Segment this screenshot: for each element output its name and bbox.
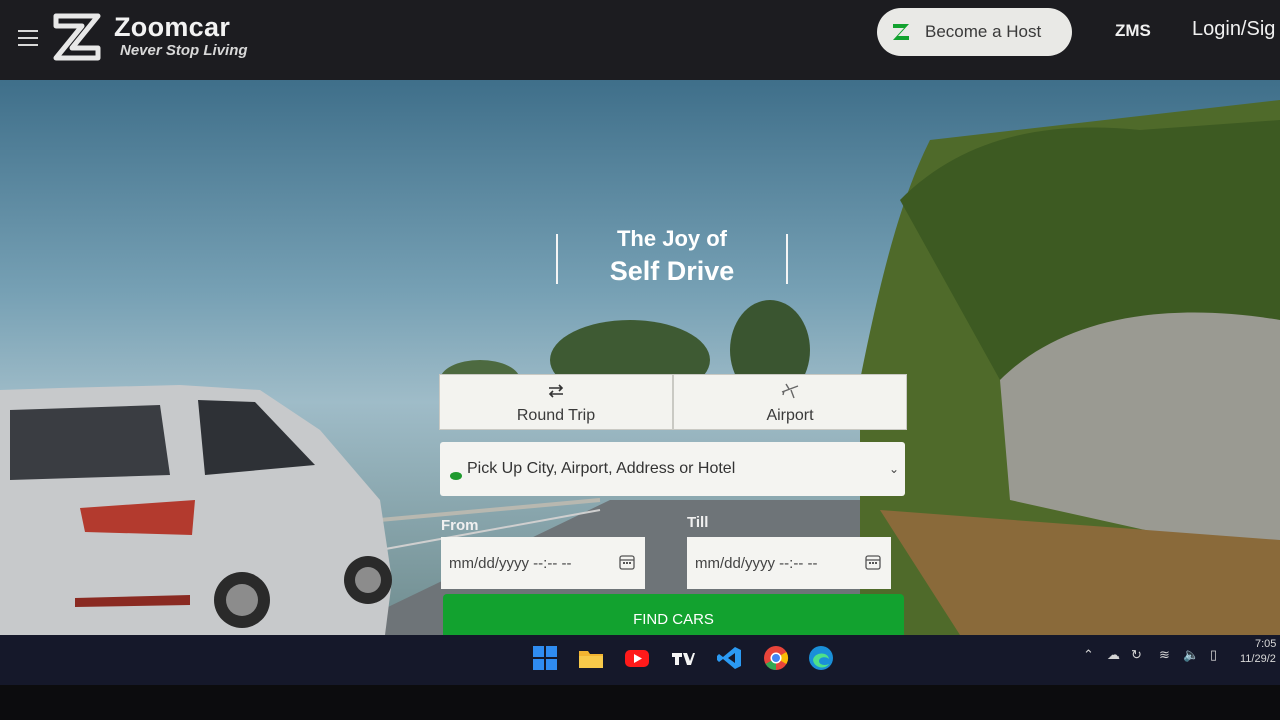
youtube-icon[interactable] — [624, 645, 650, 671]
zoomcar-z-icon — [893, 24, 909, 40]
vscode-icon[interactable] — [716, 645, 742, 671]
monitor-bezel — [0, 685, 1280, 720]
nav-zms-link[interactable]: ZMS — [1115, 21, 1151, 41]
clock-date[interactable]: 11/29/2 — [1240, 653, 1276, 665]
from-label: From — [441, 517, 479, 534]
tab-round-trip-label: Round Trip — [516, 407, 596, 424]
zoomcar-logo-icon[interactable] — [52, 12, 102, 62]
onedrive-icon[interactable]: ☁ — [1107, 647, 1120, 663]
become-host-button[interactable]: Become a Host — [877, 8, 1072, 56]
nav-login-link[interactable]: Login/Sig — [1192, 18, 1275, 41]
edge-icon[interactable] — [808, 645, 834, 671]
clock-time[interactable]: 7:05 — [1255, 638, 1276, 650]
volume-icon[interactable]: 🔈 — [1183, 647, 1199, 663]
brand-name[interactable]: Zoomcar — [114, 12, 230, 43]
location-dot-icon — [450, 472, 462, 480]
menu-icon[interactable] — [18, 30, 38, 46]
windows-taskbar: ⌃ ☁ ↻ ≋ 🔈 ▯ 7:05 11/29/2 — [0, 635, 1280, 685]
battery-icon[interactable]: ▯ — [1210, 647, 1217, 663]
brand-tagline: Never Stop Living — [120, 42, 248, 59]
airplane-icon — [781, 383, 799, 399]
hero-headline-frame: The Joy of Self Drive — [556, 226, 788, 286]
pickup-city-placeholder: Pick Up City, Airport, Address or Hotel — [467, 460, 736, 477]
tradingview-icon[interactable] — [670, 645, 696, 671]
chrome-icon[interactable] — [763, 645, 789, 671]
find-cars-button[interactable]: FIND CARS — [443, 594, 904, 635]
update-icon[interactable]: ↻ — [1131, 647, 1142, 663]
till-datetime-input[interactable]: mm/dd/yyyy --:-- -- — [687, 537, 891, 589]
till-datetime-value: mm/dd/yyyy --:-- -- — [695, 555, 818, 572]
hero-headline-line2: Self Drive — [609, 256, 735, 286]
till-label: Till — [687, 514, 709, 531]
file-explorer-icon[interactable] — [578, 645, 604, 671]
tab-airport[interactable]: Airport — [673, 374, 907, 430]
calendar-icon[interactable] — [865, 554, 881, 570]
calendar-icon[interactable] — [619, 554, 635, 570]
pickup-city-select[interactable]: Pick Up City, Airport, Address or Hotel … — [440, 442, 905, 496]
from-datetime-input[interactable]: mm/dd/yyyy --:-- -- — [441, 537, 645, 589]
from-datetime-value: mm/dd/yyyy --:-- -- — [449, 555, 572, 572]
chevron-down-icon: ⌄ — [888, 462, 899, 476]
hero-headline-line1: The Joy of — [616, 226, 727, 251]
site-header: Zoomcar Never Stop Living Become a Host … — [0, 0, 1280, 80]
become-host-label: Become a Host — [925, 22, 1042, 41]
wifi-icon[interactable]: ≋ — [1159, 647, 1170, 663]
swap-arrows-icon — [548, 384, 564, 398]
tab-airport-label: Airport — [766, 407, 814, 424]
tab-round-trip[interactable]: Round Trip — [439, 374, 673, 430]
windows-start-icon[interactable] — [532, 645, 558, 671]
tray-overflow-chevron-icon[interactable]: ⌃ — [1083, 647, 1094, 663]
